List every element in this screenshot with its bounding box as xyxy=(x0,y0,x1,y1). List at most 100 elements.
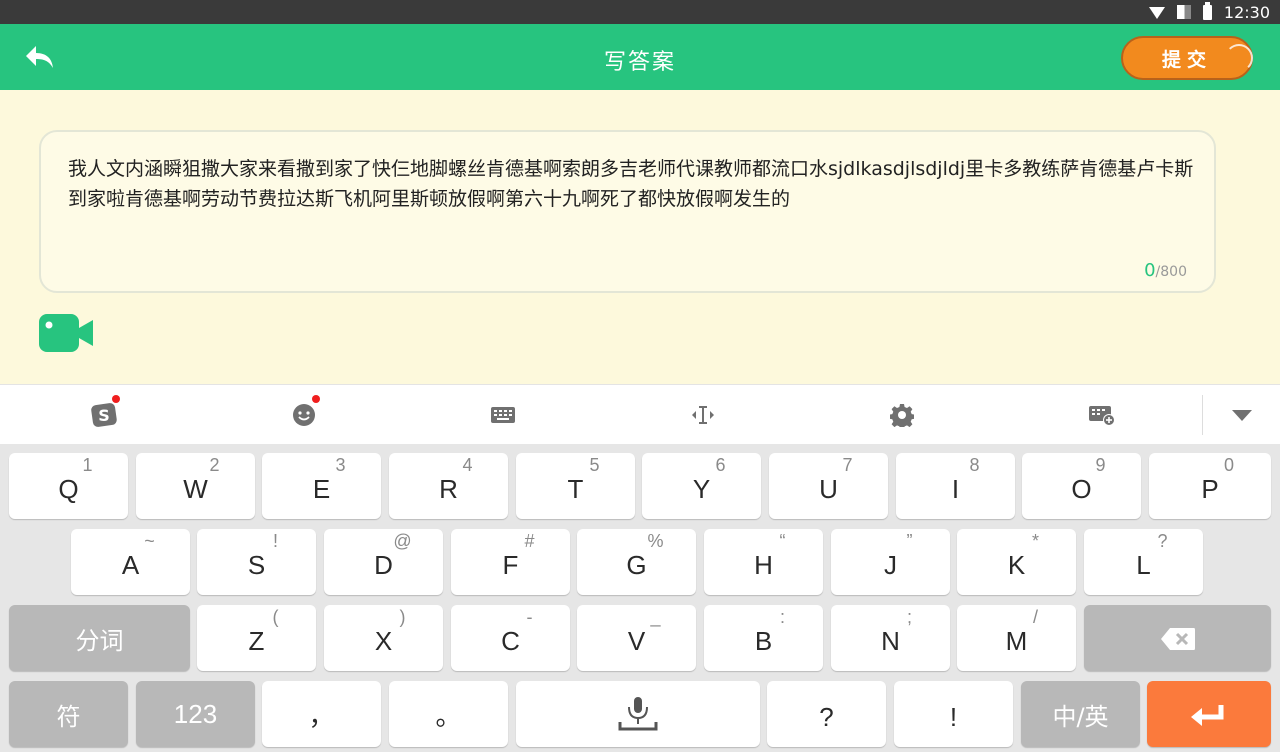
key-w[interactable]: 2W xyxy=(136,453,255,519)
page-title: 写答案 xyxy=(603,50,676,75)
key-a[interactable]: ~ A xyxy=(71,529,190,595)
signal-icon xyxy=(1176,5,1191,19)
key-label: Y xyxy=(692,474,711,504)
key-sub-label: ) xyxy=(399,607,406,627)
key-b[interactable]: :B xyxy=(704,605,823,671)
char-count-max: /800 xyxy=(1155,264,1187,280)
notification-dot xyxy=(312,395,320,403)
number-key[interactable]: 123 xyxy=(136,681,255,747)
backspace-key[interactable] xyxy=(1084,605,1271,671)
key-sub-label: / xyxy=(1032,607,1038,627)
key-m[interactable]: / M xyxy=(957,605,1076,671)
key-c[interactable]: -C xyxy=(451,605,570,671)
key-sub-label: ? xyxy=(1157,531,1168,551)
key-sub-label: @ xyxy=(393,531,412,551)
key-n[interactable]: ; N xyxy=(831,605,950,671)
soft-keyboard: 1Q 2W 3E 4R 5T 6Y 7U 8I 9O 0P ~ A ! S @ D #… xyxy=(0,444,1280,752)
key-k[interactable]: * K xyxy=(957,529,1076,595)
key-sub-label: ; xyxy=(906,607,912,627)
key-f[interactable]: # F xyxy=(451,529,570,595)
video-button[interactable] xyxy=(39,314,95,352)
key-sub-label: 7 xyxy=(842,455,853,475)
collapse-keyboard-button[interactable] xyxy=(1228,401,1256,429)
key-label: E xyxy=(312,474,331,504)
key-sub-label: 2 xyxy=(209,455,220,475)
key-label: C xyxy=(501,626,520,656)
svg-text:S: S xyxy=(98,406,110,425)
segment-key[interactable]: 分词 xyxy=(9,605,190,671)
key-u[interactable]: 7U xyxy=(769,453,888,519)
key-sub-label: 4 xyxy=(462,455,473,475)
video-camera-icon xyxy=(39,314,93,352)
key-r[interactable]: 4R xyxy=(389,453,508,519)
keyboard-switch-button[interactable] xyxy=(489,401,517,429)
key-i[interactable]: 8I xyxy=(896,453,1015,519)
cursor-move-button[interactable] xyxy=(689,401,717,429)
symbol-key[interactable]: 符 xyxy=(9,681,128,747)
key-d[interactable]: @ D xyxy=(324,529,443,595)
key-z[interactable]: (Z xyxy=(197,605,316,671)
keyboard-icon xyxy=(491,407,515,423)
key-sub-label: 1 xyxy=(82,455,93,475)
emoji-button[interactable] xyxy=(290,395,320,429)
enter-icon xyxy=(1191,705,1224,726)
space-voice-key[interactable] xyxy=(516,681,760,747)
notification-dot xyxy=(112,395,120,403)
enter-key[interactable] xyxy=(1147,681,1271,747)
key-label: L xyxy=(1136,550,1151,580)
key-y[interactable]: 6Y xyxy=(642,453,761,519)
answer-text: 我人文内涵瞬狙撒大家来看撒到家了快仨地脚螺丝肯德基啊索朗多吉老师代课教师都流口水… xyxy=(68,158,1194,210)
key-label: W xyxy=(183,474,208,504)
key-j[interactable]: ” J xyxy=(831,529,950,595)
sogou-logo-button[interactable]: S xyxy=(90,395,120,429)
answer-textarea[interactable]: 我人文内涵瞬狙撒大家来看撒到家了快仨地脚螺丝肯德基啊索朗多吉老师代课教师都流口水… xyxy=(39,130,1216,293)
key-label: 。 xyxy=(435,701,462,731)
key-g[interactable]: % G xyxy=(577,529,696,595)
period-key[interactable]: 。 xyxy=(389,681,508,747)
key-p[interactable]: 0P xyxy=(1149,453,1271,519)
key-label: 符 xyxy=(56,702,81,731)
key-label: ， xyxy=(308,701,335,731)
cursor-icon xyxy=(692,406,714,424)
key-label: S xyxy=(247,550,266,580)
submit-button[interactable]: 提交 xyxy=(1121,36,1253,80)
microphone-icon xyxy=(618,697,658,731)
key-sub-label: % xyxy=(647,531,664,551)
key-label: U xyxy=(819,474,838,504)
key-o[interactable]: 9O xyxy=(1022,453,1141,519)
comma-key[interactable]: ， xyxy=(262,681,381,747)
loading-arc-icon xyxy=(1225,44,1253,72)
key-label: T xyxy=(567,474,584,504)
key-label: I xyxy=(951,474,960,504)
key-v[interactable]: _ V xyxy=(577,605,696,671)
key-label: X xyxy=(374,626,393,656)
key-sub-label: 8 xyxy=(969,455,980,475)
key-sub-label: ~ xyxy=(144,531,155,551)
key-s[interactable]: ! S xyxy=(197,529,316,595)
key-x[interactable]: ) X xyxy=(324,605,443,671)
key-label: D xyxy=(374,550,393,580)
key-q[interactable]: 1Q xyxy=(9,453,128,519)
key-sub-label: ( xyxy=(272,607,279,627)
status-bar: 12:30 xyxy=(0,0,1280,24)
key-label: F xyxy=(502,550,519,580)
key-label: 123 xyxy=(173,698,218,729)
key-label: Q xyxy=(58,474,79,504)
question-key[interactable]: ? xyxy=(767,681,886,747)
keyboard-toolbar: S xyxy=(0,384,1280,444)
settings-button[interactable] xyxy=(888,401,916,429)
key-sub-label: : xyxy=(779,607,785,627)
key-e[interactable]: 3E xyxy=(262,453,381,519)
key-h[interactable]: “H xyxy=(704,529,823,595)
key-label: ! xyxy=(949,702,958,732)
key-t[interactable]: 5T xyxy=(516,453,635,519)
keyboard-add-button[interactable] xyxy=(1088,401,1116,429)
submit-label: 提交 xyxy=(1161,48,1212,71)
key-sub-label: 0 xyxy=(1223,455,1234,475)
key-l[interactable]: ? L xyxy=(1084,529,1203,595)
language-switch-key[interactable]: 中/英 xyxy=(1021,681,1140,747)
key-label: 中/英 xyxy=(1052,702,1109,731)
char-counter: 0/800 xyxy=(1144,260,1187,281)
exclaim-key[interactable]: ! xyxy=(894,681,1013,747)
key-sub-label: # xyxy=(524,531,535,551)
